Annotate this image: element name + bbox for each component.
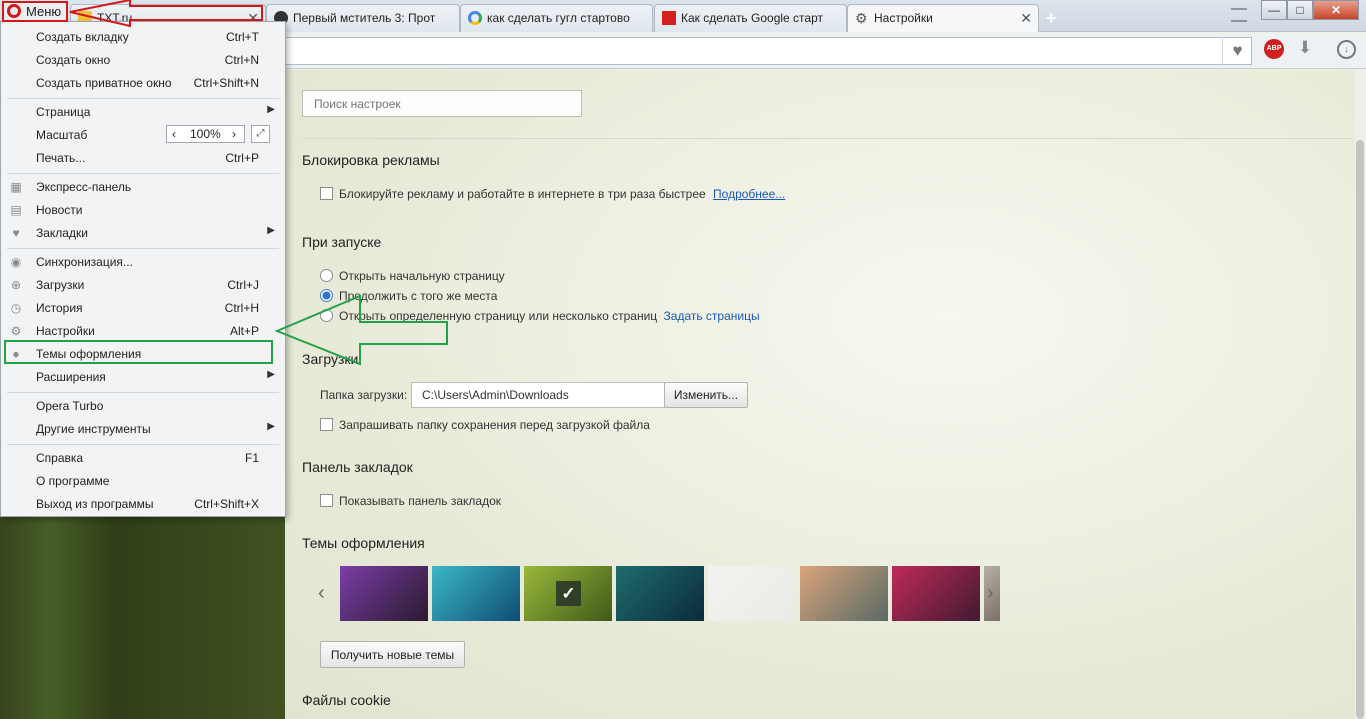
- red-arrow: [69, 0, 263, 28]
- annotation-overlay: [69, 0, 448, 366]
- green-arrow: [274, 294, 448, 366]
